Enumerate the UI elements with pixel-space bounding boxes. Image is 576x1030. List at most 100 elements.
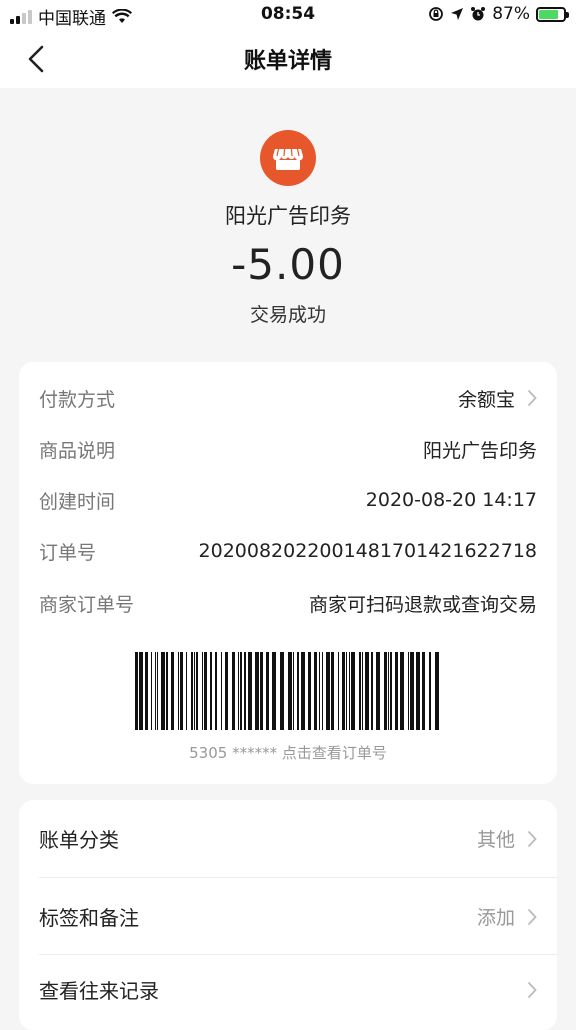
shop-icon: [272, 148, 304, 170]
barcode-bar: [319, 652, 320, 730]
barcode-bar: [225, 652, 228, 730]
detail-value: 余额宝: [457, 388, 515, 411]
barcode-bar: [210, 652, 212, 730]
barcode-bar: [362, 652, 363, 730]
barcode-bar: [410, 652, 414, 730]
merchant-avatar: [260, 130, 316, 186]
barcode[interactable]: [135, 652, 441, 730]
barcode-bar: [400, 652, 404, 730]
barcode-caption[interactable]: 5305 ****** 点击查看订单号: [19, 742, 557, 763]
location-icon: [451, 8, 464, 20]
detail-value: 2020-08-20 14:17: [365, 489, 537, 511]
detail-value: 阳光广告印务: [422, 439, 537, 462]
barcode-bar: [260, 652, 263, 730]
barcode-bar: [338, 652, 339, 730]
barcode-bar: [272, 652, 276, 730]
barcode-bar: [232, 652, 235, 730]
barcode-bar: [280, 652, 284, 730]
barcode-bar: [308, 652, 311, 730]
battery-icon: [536, 6, 569, 22]
barcode-bar: [429, 652, 431, 730]
merchant-name: 阳光广告印务: [225, 204, 351, 228]
barcode-bar: [395, 652, 398, 730]
barcode-bar: [351, 652, 355, 730]
barcode-bar: [215, 652, 217, 730]
page-title: 账单详情: [243, 49, 332, 74]
barcode-bar: [155, 652, 156, 730]
barcode-bar: [238, 652, 239, 730]
barcode-bar: [342, 652, 345, 730]
barcode-bar: [322, 652, 323, 730]
chevron-right-icon: [527, 908, 537, 925]
merchant-order-row: 商家订单号 商家可扫码退款或查询交易: [39, 588, 537, 618]
barcode-bar: [221, 652, 222, 730]
details-card: 付款方式 余额宝 商品说明 阳光广告印务 创建时间 2020-08-20 14:…: [19, 362, 557, 784]
barcode-bar: [248, 652, 252, 730]
transaction-amount: -5.00: [231, 240, 345, 289]
menu-value: 其他: [476, 829, 515, 851]
barcode-bar: [326, 652, 330, 730]
battery-percent: 87%: [492, 4, 530, 24]
chevron-right-icon: [527, 830, 537, 847]
status-right: 87%: [428, 4, 569, 24]
detail-label: 订单号: [39, 541, 97, 564]
payment-method-row[interactable]: 付款方式 余额宝: [39, 383, 537, 413]
barcode-bar: [266, 652, 269, 730]
barcode-bar: [204, 652, 207, 730]
status-bar: 中国联通 08:54 87%: [0, 0, 576, 30]
detail-label: 商品说明: [39, 439, 116, 462]
created-time-row: 创建时间 2020-08-20 14:17: [39, 485, 537, 515]
barcode-bar: [145, 652, 148, 730]
barcode-bar: [178, 652, 179, 730]
barcode-bar: [376, 652, 380, 730]
barcode-bar: [255, 652, 259, 730]
barcode-bar: [371, 652, 373, 730]
orientation-lock-icon: [429, 7, 444, 21]
chevron-right-icon: [527, 981, 537, 998]
view-history-row[interactable]: 查看往来记录: [19, 951, 557, 1028]
barcode-bar: [157, 652, 158, 730]
barcode-bar: [301, 652, 305, 730]
barcode-bar: [196, 652, 198, 730]
barcode-bar: [365, 652, 369, 730]
transaction-status: 交易成功: [249, 304, 326, 326]
bill-category-row[interactable]: 账单分类 其他: [19, 800, 557, 877]
barcode-bar: [240, 652, 242, 730]
back-chevron-icon[interactable]: [22, 44, 52, 74]
barcode-bar: [408, 652, 409, 730]
barcode-bar: [194, 652, 195, 730]
barcode-bar: [288, 652, 292, 730]
barcode-bar: [314, 652, 317, 730]
barcode-bar: [186, 652, 187, 730]
detail-label: 付款方式: [39, 388, 116, 411]
barcode-bar: [293, 652, 294, 730]
tags-notes-row[interactable]: 标签和备注 添加: [19, 878, 557, 955]
menu-value: 添加: [476, 907, 515, 929]
barcode-bar: [166, 652, 168, 730]
barcode-bar: [349, 652, 350, 730]
transaction-header: 阳光广告印务 -5.00 交易成功: [0, 88, 576, 358]
barcode-bar: [346, 652, 347, 730]
barcode-bar: [202, 652, 203, 730]
barcode-bar: [161, 652, 165, 730]
detail-value: 2020082022001481701421622718: [198, 540, 537, 562]
barcode-bar: [390, 652, 392, 730]
barcode-bar: [359, 652, 361, 730]
barcode-bar: [384, 652, 387, 730]
barcode-bar: [151, 652, 152, 730]
detail-label: 创建时间: [39, 490, 116, 513]
barcode-bar: [416, 652, 420, 730]
barcode-bar: [435, 652, 439, 730]
detail-label: 商家订单号: [39, 593, 135, 616]
barcode-bar: [244, 652, 246, 730]
barcode-bar: [180, 652, 183, 730]
menu-label: 账单分类: [39, 828, 119, 852]
product-description-row: 商品说明 阳光广告印务: [39, 434, 537, 464]
nav-bar: 账单详情: [0, 30, 576, 88]
chevron-right-icon: [527, 389, 537, 407]
barcode-bar: [297, 652, 299, 730]
detail-value: 商家可扫码退款或查询交易: [308, 593, 537, 616]
barcode-bar: [422, 652, 425, 730]
barcode-bar: [171, 652, 174, 730]
barcode-bar: [191, 652, 193, 730]
